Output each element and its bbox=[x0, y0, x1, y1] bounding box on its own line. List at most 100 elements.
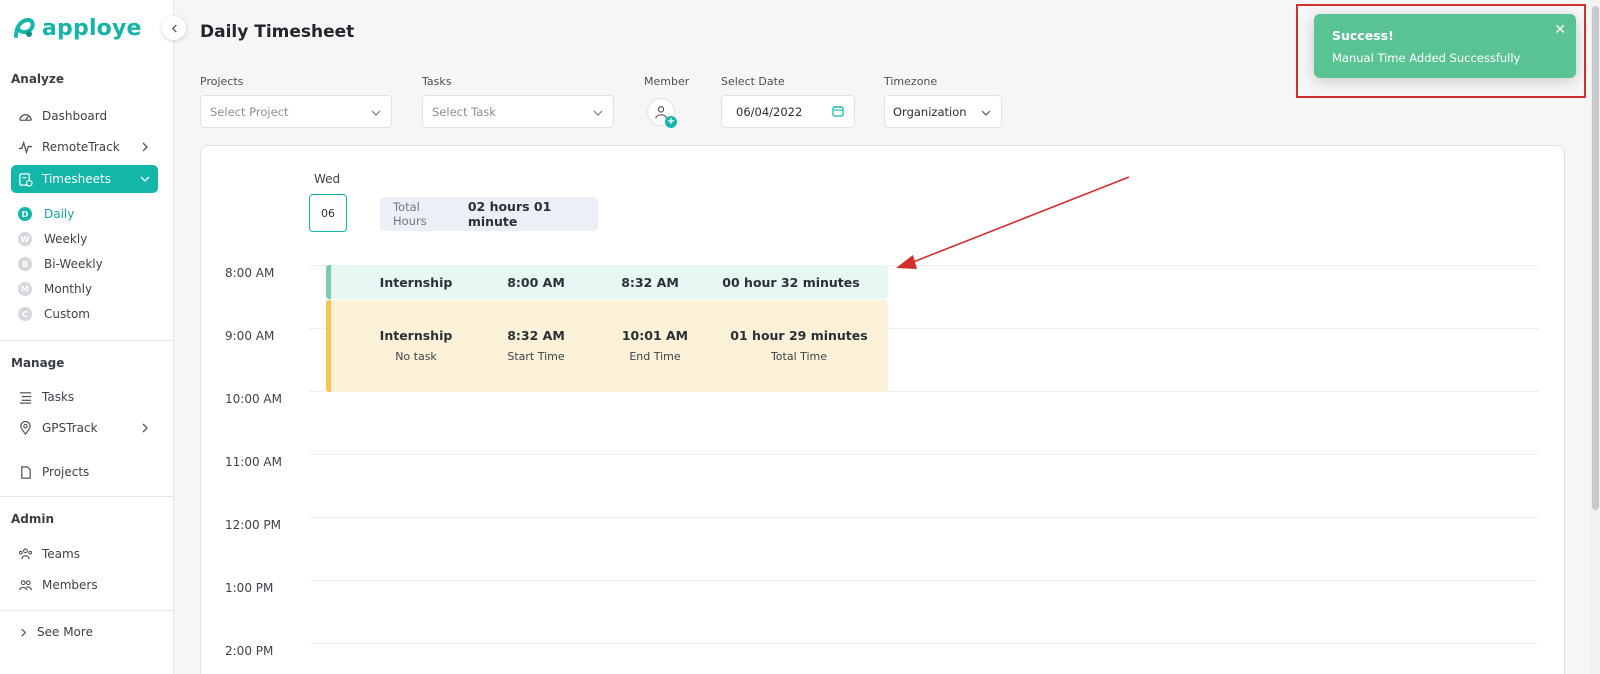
sidebar-subitem-label: Custom bbox=[44, 307, 90, 321]
entry-color-bar bbox=[326, 265, 331, 299]
sidebar-item-projects[interactable]: Projects bbox=[11, 458, 158, 486]
section-admin: Admin bbox=[11, 512, 55, 526]
task-select-placeholder: Select Task bbox=[432, 104, 496, 119]
entry-end-time: 8:32 AM bbox=[621, 275, 679, 290]
sidebar-collapse-button[interactable] bbox=[162, 16, 186, 40]
sidebar-divider bbox=[0, 610, 174, 611]
add-member-icon: + bbox=[665, 116, 677, 128]
chevron-right-icon bbox=[140, 141, 150, 155]
timesheet-icon bbox=[17, 171, 33, 187]
entry-total-time: 00 hour 32 minutes bbox=[722, 275, 860, 290]
sidebar-item-gpstrack[interactable]: GPSTrack bbox=[11, 414, 158, 442]
entry-end-time: 10:01 AM bbox=[621, 328, 689, 343]
entry-start-time: 8:00 AM bbox=[507, 275, 565, 290]
close-icon[interactable]: ✕ bbox=[1554, 22, 1566, 38]
app-name: apploye bbox=[42, 15, 142, 41]
app-logo[interactable]: apploye bbox=[12, 14, 142, 42]
see-more-button[interactable]: See More bbox=[11, 618, 158, 646]
section-manage: Manage bbox=[11, 356, 65, 370]
sidebar-item-dashboard[interactable]: Dashboard bbox=[11, 102, 158, 130]
calendar-icon bbox=[832, 105, 844, 120]
timezone-select[interactable]: Organization bbox=[884, 95, 1002, 128]
date-label: Select Date bbox=[721, 75, 785, 88]
sidebar-divider bbox=[0, 496, 174, 497]
apploye-logo-icon bbox=[14, 17, 35, 38]
chevron-down-icon bbox=[981, 107, 991, 121]
time-slot-label: 11:00 AM bbox=[225, 455, 282, 469]
time-entry[interactable]: Internship No task 8:32 AM Start Time 10… bbox=[326, 300, 888, 392]
sidebar-subitem-label: Monthly bbox=[44, 282, 93, 296]
section-analyze: Analyze bbox=[11, 72, 64, 86]
day-number-box[interactable]: 06 bbox=[309, 194, 347, 232]
project-select-placeholder: Select Project bbox=[210, 104, 289, 119]
sidebar-item-label: Projects bbox=[42, 465, 90, 479]
date-value: 06/04/2022 bbox=[736, 104, 803, 119]
entry-end-label: End Time bbox=[629, 350, 681, 363]
hour-grid-line bbox=[309, 517, 1539, 518]
toast-message: Manual Time Added Successfully bbox=[1332, 51, 1521, 65]
chevron-left-icon bbox=[171, 23, 177, 33]
page-title: Daily Timesheet bbox=[200, 22, 355, 42]
sidebar-item-label: Dashboard bbox=[42, 109, 108, 123]
time-slot-label: 8:00 AM bbox=[225, 266, 275, 280]
sidebar-item-label: Timesheets bbox=[42, 172, 111, 186]
sidebar-item-tasks[interactable]: Tasks bbox=[11, 383, 158, 411]
sidebar-item-timesheets[interactable]: Timesheets bbox=[11, 165, 158, 193]
entry-total-label: Total Time bbox=[770, 350, 828, 363]
sidebar-item-members[interactable]: Members bbox=[11, 571, 158, 599]
sidebar-item-teams[interactable]: Teams bbox=[11, 540, 158, 568]
sidebar-subitem-daily[interactable]: D Daily bbox=[18, 207, 74, 221]
sidebar-subitem-weekly[interactable]: W Weekly bbox=[18, 232, 87, 246]
sidebar-subitem-custom[interactable]: C Custom bbox=[18, 307, 90, 321]
sidebar-subitem-label: Bi-Weekly bbox=[44, 257, 103, 271]
entry-total-time: 01 hour 29 minutes bbox=[730, 328, 868, 343]
sidebar-subitem-label: Weekly bbox=[44, 232, 88, 246]
teams-icon bbox=[17, 546, 33, 562]
view-letter-badge: W bbox=[18, 232, 32, 246]
sidebar-item-label: Members bbox=[42, 578, 98, 592]
sidebar-item-label: See More bbox=[37, 625, 93, 639]
success-toast: Success! Manual Time Added Successfully … bbox=[1314, 14, 1576, 78]
time-slot-label: 10:00 AM bbox=[225, 392, 282, 406]
view-letter-badge: B bbox=[18, 257, 32, 271]
sidebar-divider bbox=[0, 340, 174, 341]
view-letter-badge: D bbox=[18, 207, 32, 221]
location-pin-icon bbox=[17, 420, 33, 436]
entry-project: Internship bbox=[379, 328, 453, 343]
task-select[interactable]: Select Task bbox=[422, 95, 614, 128]
chevron-down-icon bbox=[371, 107, 381, 121]
chevron-right-icon bbox=[17, 624, 29, 640]
sidebar-item-remotetrack[interactable]: RemoteTrack bbox=[11, 133, 158, 161]
document-icon bbox=[17, 464, 33, 480]
sidebar: apploye Analyze Dashboard RemoteTrack Ti… bbox=[0, 0, 174, 674]
date-picker[interactable]: 06/04/2022 bbox=[721, 95, 855, 128]
timezone-label: Timezone bbox=[884, 75, 938, 88]
day-number: 06 bbox=[321, 206, 335, 220]
hour-grid-line bbox=[309, 580, 1539, 581]
sidebar-subitem-biweekly[interactable]: B Bi-Weekly bbox=[18, 257, 103, 271]
project-select[interactable]: Select Project bbox=[200, 95, 392, 128]
activity-icon bbox=[17, 139, 33, 155]
member-label: Member bbox=[644, 75, 690, 88]
chevron-down-icon bbox=[593, 107, 603, 121]
view-letter-badge: C bbox=[18, 307, 32, 321]
total-hours-pill: Total Hours 02 hours 01 minute bbox=[380, 197, 598, 231]
total-hours-label: Total Hours bbox=[393, 200, 427, 228]
hour-grid-line bbox=[309, 454, 1539, 455]
day-name: Wed bbox=[314, 172, 341, 186]
tasks-label: Tasks bbox=[422, 75, 452, 88]
page-scrollbar-thumb[interactable] bbox=[1592, 6, 1599, 510]
sidebar-subitem-monthly[interactable]: M Monthly bbox=[18, 282, 92, 296]
tasks-list-icon bbox=[17, 389, 33, 405]
entry-task: No task bbox=[395, 350, 437, 363]
time-entry[interactable]: Internship 8:00 AM 8:32 AM 00 hour 32 mi… bbox=[326, 265, 888, 299]
entry-project: Internship bbox=[379, 275, 453, 290]
sidebar-item-label: Tasks bbox=[42, 390, 75, 404]
member-select-button[interactable]: + bbox=[647, 98, 677, 128]
view-letter-badge: M bbox=[18, 282, 32, 296]
projects-label: Projects bbox=[200, 75, 244, 88]
total-hours-value: 02 hours 01 minute bbox=[467, 199, 552, 229]
time-slot-label: 1:00 PM bbox=[225, 581, 274, 595]
chevron-down-icon bbox=[140, 173, 150, 187]
sidebar-item-label: Teams bbox=[42, 547, 80, 561]
